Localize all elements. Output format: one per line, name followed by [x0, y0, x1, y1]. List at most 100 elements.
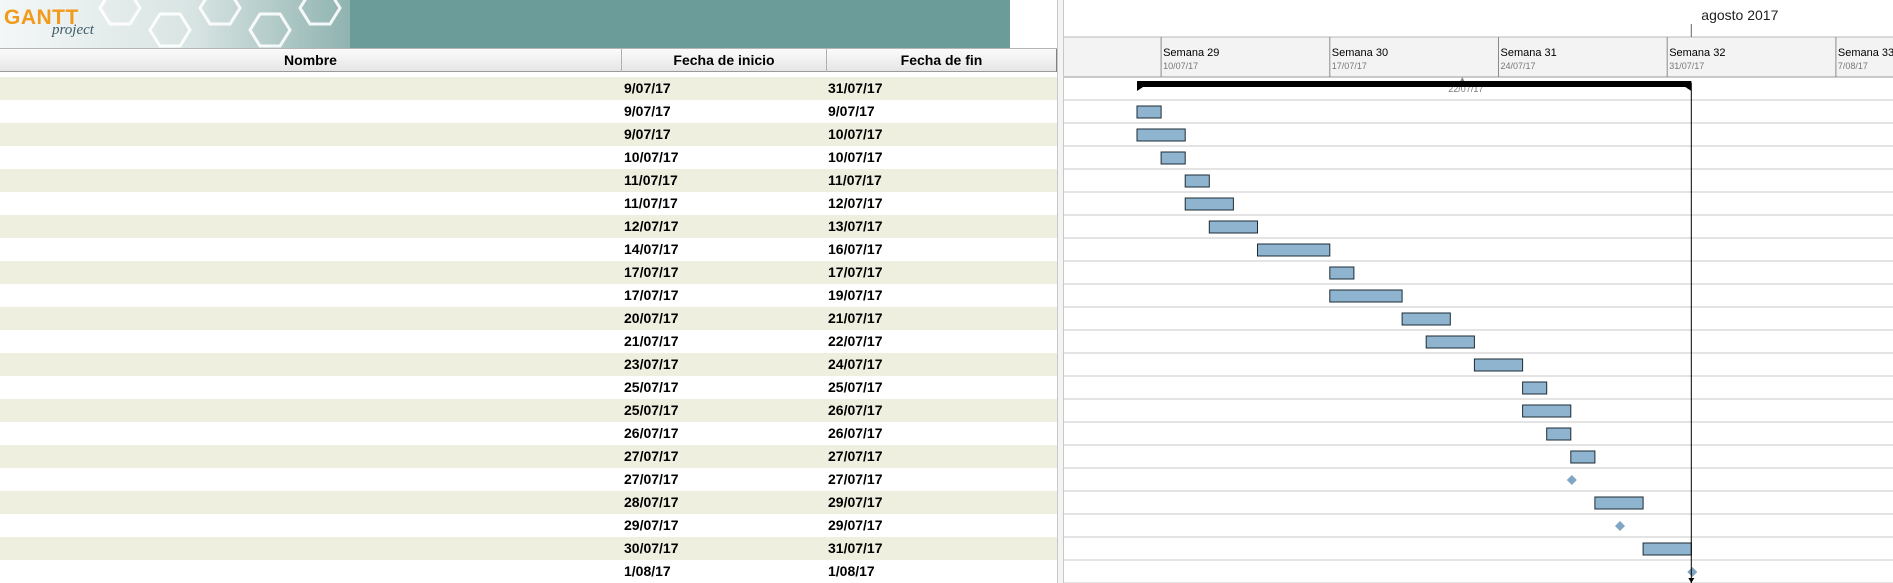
table-row[interactable]: MER (pila del sprint)10/07/1710/07/17	[0, 146, 1057, 169]
table-row[interactable]: RF-12.2 Selección de un Trabajador para …	[0, 330, 1057, 353]
task-bar[interactable]	[1546, 427, 1572, 441]
task-start-date[interactable]: 11/07/17	[624, 169, 678, 192]
app-logo-subtitle: project	[52, 22, 94, 38]
task-end-date[interactable]: 16/07/17	[828, 238, 883, 261]
table-row[interactable]: Reunión tutor27/07/1727/07/17	[0, 445, 1057, 468]
task-bar[interactable]	[1184, 174, 1210, 188]
table-row[interactable]: Reunión Grupo9/07/179/07/17	[0, 100, 1057, 123]
table-row[interactable]: −Sprint 69/07/1731/07/17	[0, 77, 1057, 100]
task-start-date[interactable]: 26/07/17	[624, 422, 679, 445]
table-row[interactable]: Entrega para devolución29/07/1729/07/17	[0, 514, 1057, 537]
task-end-date[interactable]: 12/07/17	[828, 192, 883, 215]
table-row[interactable]: RF-10.1 Publicación de oferta laboral14/…	[0, 238, 1057, 261]
task-start-date[interactable]: 17/07/17	[624, 284, 679, 307]
task-start-date[interactable]: 9/07/17	[624, 100, 671, 123]
task-end-date[interactable]: 26/07/17	[828, 399, 883, 422]
task-bar[interactable]	[1136, 128, 1186, 142]
summary-task-bar[interactable]	[1137, 81, 1692, 87]
task-end-date[interactable]: 19/07/17	[828, 284, 883, 307]
task-start-date[interactable]: 9/07/17	[624, 123, 671, 146]
table-row[interactable]: Testing (Back-end y Front-end)25/07/1726…	[0, 399, 1057, 422]
task-start-date[interactable]: 29/07/17	[624, 514, 679, 537]
task-bar[interactable]	[1257, 243, 1331, 257]
task-end-date[interactable]: 11/07/17	[828, 169, 882, 192]
milestone-diamond[interactable]	[1687, 567, 1698, 577]
task-end-date[interactable]: 22/07/17	[828, 330, 883, 353]
task-end-date[interactable]: 9/07/17	[828, 100, 875, 123]
task-end-date[interactable]: 21/07/17	[828, 307, 883, 330]
column-header-name[interactable]: Nombre	[0, 49, 622, 72]
task-end-date[interactable]: 31/07/17	[828, 77, 883, 100]
deadline-arrow-icon	[1688, 578, 1695, 583]
task-start-date[interactable]: 12/07/17	[624, 215, 679, 238]
week-date-label: 31/07/17	[1669, 61, 1704, 71]
week-label: Semana 33	[1838, 47, 1893, 59]
table-row[interactable]: RF-11.1 Listado de ofertas laborales17/0…	[0, 284, 1057, 307]
task-end-date[interactable]: 1/08/17	[828, 560, 875, 583]
table-row[interactable]: Casos de uso (pila del sprint)9/07/1710/…	[0, 123, 1057, 146]
task-start-date[interactable]: 1/08/17	[624, 560, 671, 583]
milestone-diamond[interactable]	[1615, 521, 1625, 531]
week-label: Semana 29	[1163, 47, 1219, 59]
task-end-date[interactable]: 17/07/17	[828, 261, 883, 284]
table-row[interactable]: Entrega1/08/171/08/17	[0, 560, 1057, 583]
week-label: Semana 31	[1501, 47, 1557, 59]
task-start-date[interactable]: 14/07/17	[624, 238, 679, 261]
task-bar[interactable]	[1522, 381, 1548, 395]
task-end-date[interactable]: 10/07/17	[828, 123, 883, 146]
task-bar[interactable]	[1136, 105, 1162, 119]
task-start-date[interactable]: 28/07/17	[624, 491, 679, 514]
month-label: agosto 2017	[1701, 7, 1778, 23]
task-end-date[interactable]: 31/07/17	[828, 537, 883, 560]
task-bar[interactable]	[1329, 266, 1355, 280]
table-row[interactable]: Arreglos en base a devolución30/07/1731/…	[0, 537, 1057, 560]
column-header-start-date[interactable]: Fecha de inicio	[622, 49, 827, 72]
table-row[interactable]: Documentación Sprint28/07/1729/07/17	[0, 491, 1057, 514]
table-row[interactable]: RF-10.2 Aprobación de oferta laboral17/0…	[0, 261, 1057, 284]
task-bar[interactable]	[1208, 220, 1259, 234]
table-row[interactable]: RF-12.4 Cierre de la Propuesta Laboral25…	[0, 376, 1057, 399]
task-start-date[interactable]: 17/07/17	[624, 261, 679, 284]
task-bar[interactable]	[1570, 450, 1596, 464]
week-label: Semana 32	[1669, 47, 1725, 59]
task-bar[interactable]	[1473, 358, 1524, 372]
task-start-date[interactable]: 30/07/17	[624, 537, 679, 560]
task-end-date[interactable]: 24/07/17	[828, 353, 883, 376]
table-row[interactable]: Diagrama de clases (pila del sprint)11/0…	[0, 169, 1057, 192]
task-end-date[interactable]: 25/07/17	[828, 376, 883, 399]
task-bar[interactable]	[1184, 197, 1234, 211]
panel-splitter[interactable]	[1057, 0, 1064, 583]
table-row[interactable]: Creación de la base de datos (pila del s…	[0, 192, 1057, 215]
task-bar[interactable]	[1642, 542, 1692, 556]
task-end-date[interactable]: 10/07/17	[828, 146, 883, 169]
milestone-diamond[interactable]	[1566, 475, 1577, 485]
column-header-end-date[interactable]: Fecha de fin	[827, 49, 1057, 72]
task-end-date[interactable]: 13/07/17	[828, 215, 883, 238]
task-start-date[interactable]: 27/07/17	[624, 445, 679, 468]
task-end-date[interactable]: 27/07/17	[828, 445, 883, 468]
task-start-date[interactable]: 21/07/17	[624, 330, 679, 353]
task-start-date[interactable]: 27/07/17	[624, 468, 679, 491]
task-start-date[interactable]: 25/07/17	[624, 376, 679, 399]
table-row[interactable]: Creación del testing con Nunit para el B…	[0, 215, 1057, 238]
task-bar[interactable]	[1329, 289, 1403, 303]
task-end-date[interactable]: 29/07/17	[828, 491, 883, 514]
task-start-date[interactable]: 23/07/17	[624, 353, 679, 376]
task-start-date[interactable]: 20/07/17	[624, 307, 679, 330]
table-row[interactable]: Segundo informe de avance27/07/1727/07/1…	[0, 468, 1057, 491]
task-bar[interactable]	[1594, 496, 1644, 510]
task-bar[interactable]	[1522, 404, 1572, 418]
table-row[interactable]: Reunión Grupo26/07/1726/07/17	[0, 422, 1057, 445]
task-end-date[interactable]: 29/07/17	[828, 514, 883, 537]
task-start-date[interactable]: 9/07/17	[624, 77, 671, 100]
table-row[interactable]: RF-12.1 Postulación de un Usuario Client…	[0, 307, 1057, 330]
task-end-date[interactable]: 26/07/17	[828, 422, 883, 445]
task-end-date[interactable]: 27/07/17	[828, 468, 883, 491]
task-bar[interactable]	[1425, 335, 1475, 349]
task-start-date[interactable]: 11/07/17	[624, 192, 678, 215]
task-bar[interactable]	[1401, 312, 1451, 326]
task-bar[interactable]	[1160, 151, 1186, 165]
task-start-date[interactable]: 10/07/17	[624, 146, 679, 169]
table-row[interactable]: RF-12.3 Comentarios y Puntuación del tra…	[0, 353, 1057, 376]
task-start-date[interactable]: 25/07/17	[624, 399, 679, 422]
